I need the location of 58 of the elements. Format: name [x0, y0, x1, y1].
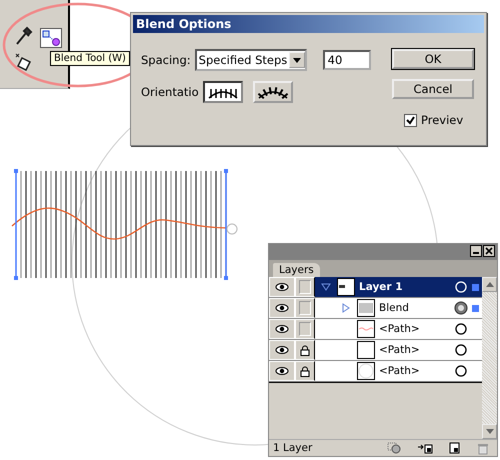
selection-indicator[interactable] [472, 304, 479, 312]
spacing-dropdown[interactable]: Specified Steps [194, 49, 307, 71]
layer-name: <Path> [379, 323, 421, 335]
new-sublayer-icon[interactable] [417, 442, 433, 454]
lock-toggle[interactable] [299, 322, 311, 336]
layer-row[interactable]: <Path> [315, 340, 482, 360]
window-title: Blend Options [133, 15, 484, 33]
target-icon[interactable] [454, 322, 468, 336]
layer-name: Layer 1 [359, 281, 404, 293]
eye-icon[interactable] [275, 282, 289, 292]
wave-thumbnail [357, 320, 375, 338]
steps-input[interactable]: 40 [322, 50, 371, 70]
align-to-path-button[interactable] [252, 81, 293, 103]
align-to-path-icon [256, 84, 289, 100]
minimize-icon[interactable] [470, 245, 482, 257]
collapsed-triangle-icon[interactable] [341, 303, 351, 313]
layer-name: Blend [379, 302, 410, 314]
layer-name: <Path> [379, 344, 421, 356]
target-icon[interactable] [454, 364, 468, 378]
layer-row[interactable]: <Path> [315, 361, 482, 381]
checkmark-icon [406, 116, 415, 124]
layer-count: 1 Layer [273, 442, 314, 454]
tooltip: Blend Tool (W) [50, 51, 130, 66]
preview-checkbox[interactable]: Previev [404, 113, 474, 127]
layer-row[interactable]: Blend [315, 298, 482, 318]
selection-indicator[interactable] [472, 284, 479, 290]
blend-tool-icon[interactable] [40, 28, 62, 48]
lock-icon[interactable] [300, 344, 310, 356]
expanded-triangle-icon[interactable] [321, 282, 331, 292]
circle-thumbnail [357, 362, 375, 380]
caret-icon [292, 58, 301, 62]
lock-toggle[interactable] [299, 301, 311, 315]
eye-icon[interactable] [275, 324, 289, 334]
layer-name: <Path> [379, 365, 421, 377]
eye-icon[interactable] [275, 366, 289, 376]
eye-icon[interactable] [275, 345, 289, 355]
scroll-down-icon[interactable] [486, 429, 494, 434]
scrollbar[interactable] [482, 277, 497, 439]
target-icon[interactable] [454, 343, 468, 357]
layer-row[interactable]: <Path> [315, 319, 482, 339]
target-icon[interactable] [454, 301, 468, 315]
cancel-button[interactable]: Cancel [392, 79, 474, 99]
new-layer-icon[interactable] [449, 442, 461, 454]
orientation-label: Orientatio [141, 85, 199, 99]
layers-tab[interactable]: Layers [273, 263, 320, 277]
anchor-handle[interactable] [226, 224, 238, 234]
lock-toggle[interactable] [299, 280, 311, 294]
eye-icon[interactable] [275, 303, 289, 313]
lock-icon[interactable] [300, 366, 310, 376]
spacing-label: Spacing: [141, 53, 191, 67]
scroll-up-icon[interactable] [486, 282, 494, 287]
close-icon[interactable] [483, 245, 495, 257]
rect-thumbnail [357, 341, 375, 359]
ok-button[interactable]: OK [392, 49, 474, 69]
align-to-page-button[interactable] [202, 81, 243, 103]
layer-row[interactable]: Layer 1 [315, 277, 482, 297]
layer-thumbnail [337, 278, 355, 296]
clipping-mask-icon[interactable] [387, 442, 401, 454]
